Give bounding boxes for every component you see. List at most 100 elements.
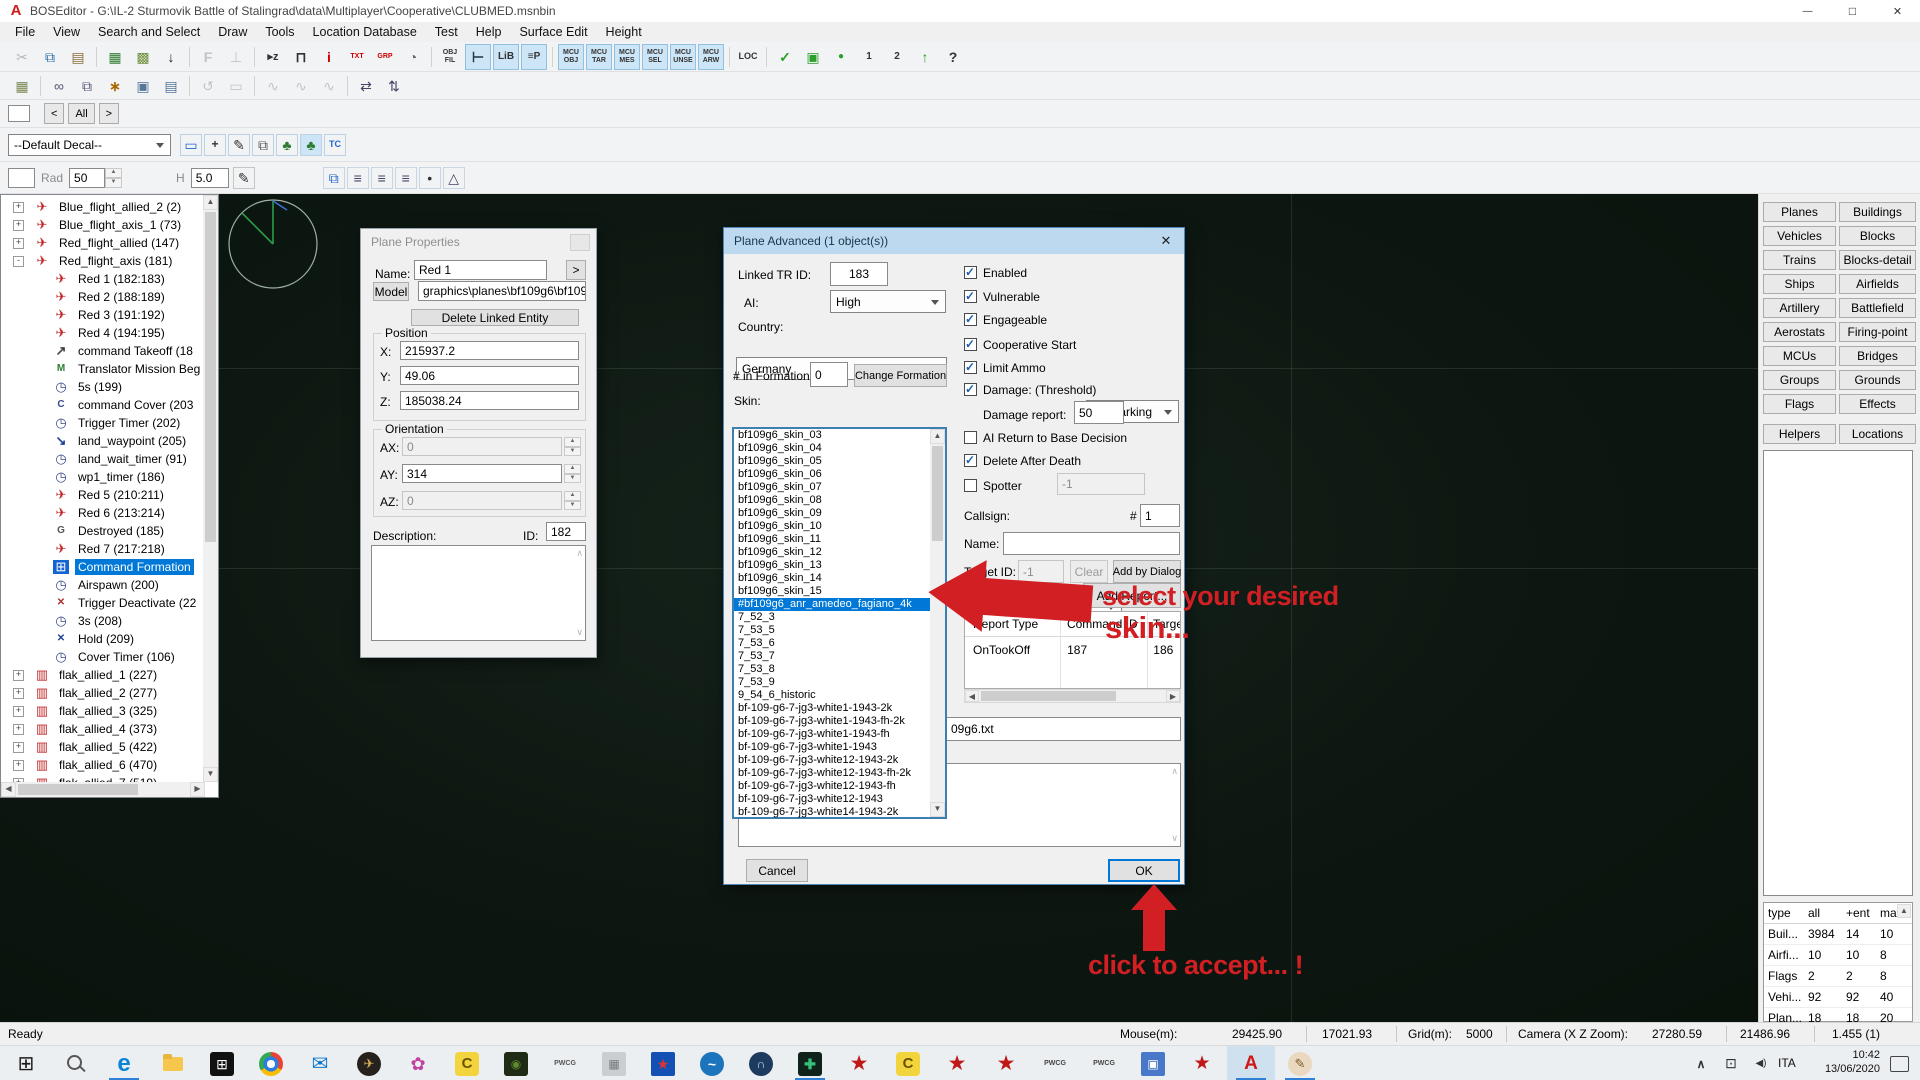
scroll-right-icon[interactable]: ▶	[190, 782, 205, 797]
limit-ammo-checkbox[interactable]	[964, 361, 977, 374]
tree-item[interactable]: ↘ land_waypoint (205)	[1, 432, 204, 450]
az-spinner[interactable]: ▲▼	[564, 491, 581, 510]
tree-item[interactable]: + ✈ Red_flight_allied (147)	[1, 234, 204, 252]
change-formation-button[interactable]: Change Formation	[854, 364, 947, 387]
skin-option[interactable]: bf109g6_skin_12	[734, 546, 930, 559]
tree-item[interactable]: - ✈ Red_flight_axis (181)	[1, 252, 204, 270]
library-icon[interactable]: LiB	[493, 44, 519, 70]
taskbar-app-button[interactable]	[51, 1046, 99, 1080]
tree-expander[interactable]: +	[13, 760, 24, 771]
font-icon[interactable]: F	[195, 44, 221, 70]
scroll-down-icon[interactable]: ▼	[203, 767, 218, 782]
tree-expander[interactable]: -	[13, 256, 24, 267]
category-button[interactable]: Ships	[1763, 274, 1836, 294]
category-button[interactable]: Locations	[1839, 424, 1916, 444]
taskbar-app-button[interactable]: ▦	[590, 1046, 638, 1080]
menu-item[interactable]: Test	[426, 23, 467, 41]
pen-icon[interactable]: ✎	[228, 134, 250, 156]
tree-item[interactable]: ◷ Airspawn (200)	[1, 576, 204, 594]
tree-expander[interactable]: +	[13, 670, 24, 681]
skin-option[interactable]: bf-109-g6-7-jg3-white12-1943	[734, 793, 930, 806]
spotter-field[interactable]: -1	[1057, 473, 1145, 495]
group-tool-icon[interactable]: GRP	[372, 44, 398, 70]
category-button[interactable]: Bridges	[1839, 346, 1916, 366]
track1-icon[interactable]: 1	[856, 44, 882, 70]
menu-item[interactable]: View	[44, 23, 89, 41]
maximize-icon[interactable]: □	[1830, 0, 1875, 22]
category-button[interactable]: Blocks-detail	[1839, 250, 1916, 270]
report-table-hscrollbar[interactable]: ◀ ▶	[964, 689, 1181, 703]
tree-item[interactable]: + ▥ flak_allied_5 (422)	[1, 738, 204, 756]
tree-vertical-scrollbar[interactable]: ▲ ▼	[203, 195, 218, 782]
pick-card-icon[interactable]: ⧉	[252, 134, 274, 156]
counts-header[interactable]: all	[1808, 906, 1846, 920]
skin-option[interactable]: 9_54_6_historic	[734, 689, 930, 702]
skin-option[interactable]: bf109g6_skin_05	[734, 455, 930, 468]
taskbar-app-button[interactable]: ~	[688, 1046, 736, 1080]
damage-threshold-checkbox[interactable]	[964, 383, 977, 396]
menu-item[interactable]: Draw	[209, 23, 256, 41]
taskbar-app-button[interactable]: ∩	[737, 1046, 785, 1080]
menu-item[interactable]: File	[6, 23, 44, 41]
tree-item[interactable]: + ▥ flak_allied_4 (373)	[1, 720, 204, 738]
menu-item[interactable]: Help	[467, 23, 511, 41]
skin-option[interactable]: bf-109-g6-7-jg3-white1-1943	[734, 741, 930, 754]
mcu-tar-icon[interactable]: MCU TAR	[586, 44, 612, 70]
polyline-icon[interactable]: ∿	[260, 73, 286, 99]
category-button[interactable]: Buildings	[1839, 202, 1916, 222]
radius-spinner[interactable]: ▲▼	[105, 168, 122, 188]
zoom-in-icon[interactable]: +	[204, 134, 226, 156]
skin-option[interactable]: bf-109-g6-7-jg3-white12-1943-fh	[734, 780, 930, 793]
taskbar-app-button[interactable]	[247, 1046, 295, 1080]
taskbar-app-button[interactable]: ★	[982, 1046, 1030, 1080]
menu-item[interactable]: Height	[597, 23, 651, 41]
add-by-dialog-button[interactable]: Add by Dialog	[1113, 560, 1181, 583]
taskbar-app-button[interactable]: PWCG	[1080, 1046, 1128, 1080]
skin-option[interactable]: bf-109-g6-7-jg3-white1-1943-2k	[734, 702, 930, 715]
title-bar[interactable]: A BOSEditor - G:\IL-2 Sturmovik Battle o…	[0, 0, 1920, 23]
tree-item[interactable]: + ▥ flak_allied_1 (227)	[1, 666, 204, 684]
skin-option[interactable]: 7_53_9	[734, 676, 930, 689]
tree-expander[interactable]: +	[13, 706, 24, 717]
tree-item[interactable]: ◷ wp1_timer (186)	[1, 468, 204, 486]
minimize-icon[interactable]: —	[1785, 0, 1830, 22]
nav-button[interactable]: <	[44, 103, 64, 124]
advanced-name-field[interactable]	[1003, 532, 1180, 555]
nav-button[interactable]: All	[68, 103, 94, 124]
category-button[interactable]: Helpers	[1763, 424, 1836, 444]
taskbar-app-button[interactable]: ▣	[1129, 1046, 1177, 1080]
textarea-scroll-up-icon[interactable]: ∧	[576, 548, 583, 559]
x-field[interactable]: 215937.2	[400, 341, 579, 360]
delete-linked-entity-button[interactable]: Delete Linked Entity	[411, 309, 579, 326]
bridge-icon[interactable]: ⊓	[288, 44, 314, 70]
delete-after-death-checkbox[interactable]	[964, 454, 977, 467]
linked-tr-field[interactable]: 183	[830, 262, 888, 286]
mcu-mes-icon[interactable]: MCU MES	[614, 44, 640, 70]
formation-field[interactable]: 0	[810, 362, 848, 387]
skin-option[interactable]: bf109g6_skin_04	[734, 442, 930, 455]
tree-item[interactable]: + ✈ Blue_flight_allied_2 (2)	[1, 198, 204, 216]
link2-icon[interactable]: ⧉	[323, 167, 345, 189]
ay-spinner[interactable]: ▲▼	[564, 464, 581, 483]
pen-edit-button[interactable]: ✎	[233, 167, 255, 189]
network-icon[interactable]: ⊡	[1716, 1055, 1746, 1072]
arrow-up-icon[interactable]: ↑	[912, 44, 938, 70]
skin-option[interactable]: bf-109-g6-7-jg3-white12-1943-fh-2k	[734, 767, 930, 780]
cooperative-start-checkbox[interactable]	[964, 338, 977, 351]
taskbar-app-button[interactable]: ✉	[296, 1046, 344, 1080]
skin-option[interactable]: bf109g6_skin_08	[734, 494, 930, 507]
tree-item[interactable]: ◷ Cover Timer (106)	[1, 648, 204, 666]
taskbar-app-button[interactable]	[149, 1046, 197, 1080]
model-field[interactable]: graphics\planes\bf109g6\bf109g6	[418, 281, 586, 301]
counts-header[interactable]: +ent	[1846, 906, 1880, 920]
skin-option[interactable]: 7_53_5	[734, 624, 930, 637]
taskbar-app-button[interactable]: ✚	[786, 1046, 834, 1080]
map-texture-icon[interactable]: ▦	[102, 44, 128, 70]
tree-item[interactable]: ◷ 5s (199)	[1, 378, 204, 396]
tree-item[interactable]: ✈ Red 6 (213:214)	[1, 504, 204, 522]
scroll-left-icon[interactable]: ◀	[1, 782, 16, 797]
clock-date[interactable]: 13/06/2020	[1808, 1063, 1880, 1075]
menu-item[interactable]: Search and Select	[89, 23, 209, 41]
name-field[interactable]: Red 1	[414, 260, 547, 280]
skin-option[interactable]: bf-109-g6-7-jg3-white1-1943-fh	[734, 728, 930, 741]
